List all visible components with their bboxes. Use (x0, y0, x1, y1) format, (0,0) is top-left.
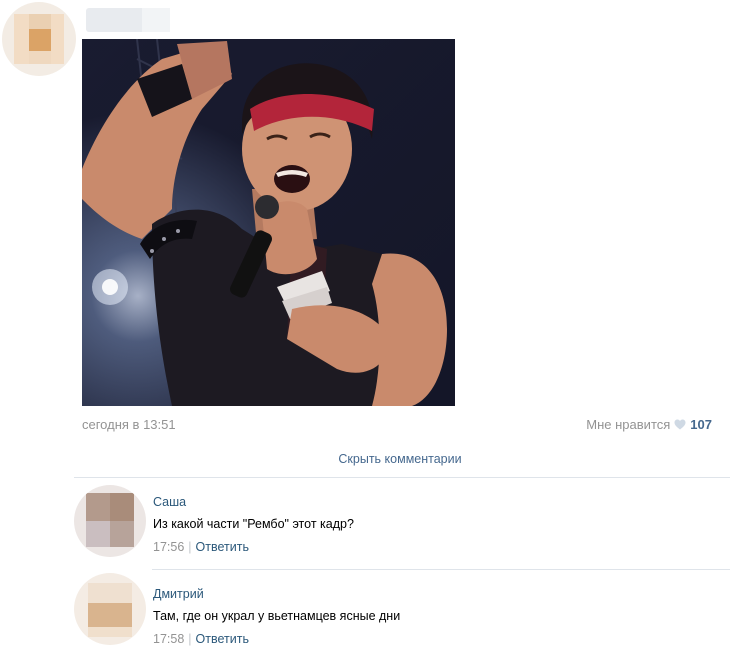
meta-separator: | (188, 632, 192, 646)
comment-meta: 17:56 | Ответить (153, 540, 249, 554)
hide-comments-link[interactable]: Скрыть комментарии (0, 452, 730, 466)
commenter-avatar[interactable] (74, 573, 146, 645)
concert-singer-photo-icon (82, 39, 455, 406)
post-author-avatar[interactable] (2, 2, 76, 76)
comment-time[interactable]: 17:58 (153, 632, 184, 646)
comment-item: Саша Из какой части "Рембо" этот кадр? 1… (74, 477, 730, 569)
like-label: Мне нравится (586, 417, 671, 432)
comment-text: Из какой части "Рембо" этот кадр? (153, 517, 354, 531)
comment-time[interactable]: 17:56 (153, 540, 184, 554)
commenter-name[interactable]: Дмитрий (153, 587, 204, 601)
reply-button[interactable]: Ответить (196, 540, 249, 554)
heart-icon (674, 419, 686, 430)
comment-text: Там, где он украл у вьетнамцев ясные дни (153, 609, 401, 623)
like-count: 107 (690, 417, 712, 432)
comment-item: Дмитрий Там, где он украл у вьетнамцев я… (74, 569, 730, 667)
like-button[interactable]: Мне нравится 107 (586, 417, 712, 432)
meta-separator: | (188, 540, 192, 554)
post-author-name-blurred[interactable] (86, 8, 170, 32)
post-photo[interactable] (82, 39, 455, 406)
commenter-name[interactable]: Саша (153, 495, 186, 509)
post-date[interactable]: сегодня в 13:51 (82, 417, 176, 432)
commenter-avatar[interactable] (74, 485, 146, 557)
comment-meta: 17:58 | Ответить (153, 632, 249, 646)
reply-button[interactable]: Ответить (196, 632, 249, 646)
